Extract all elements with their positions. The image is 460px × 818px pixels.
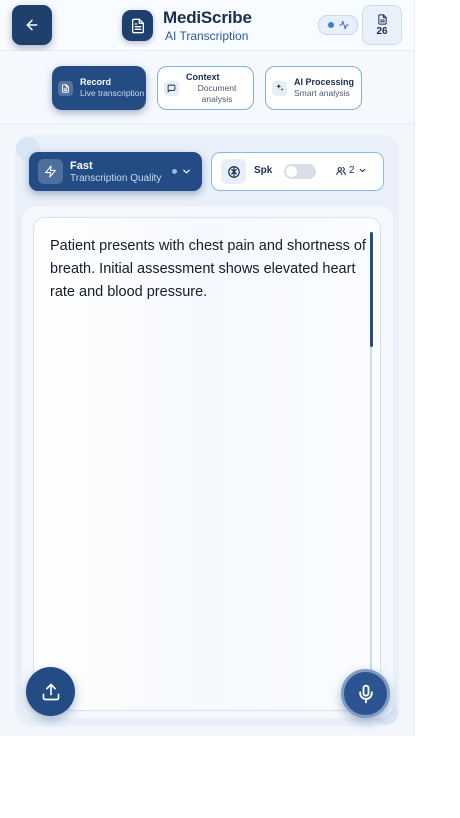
chevron-down-icon <box>359 168 365 173</box>
status-indicator[interactable] <box>318 15 358 35</box>
mode-tabs: Record Live transcription Context Docume… <box>0 51 414 124</box>
quality-selector[interactable]: Fast Transcription Quality <box>29 152 202 191</box>
microphone-icon <box>358 684 373 703</box>
message-square-icon <box>167 84 176 92</box>
tab-context-label: Context <box>186 71 220 82</box>
document-icon <box>377 13 387 25</box>
app-header: MediScribe AI Transcription 26 <box>0 0 414 51</box>
scrollbar-thumb[interactable] <box>370 232 373 347</box>
tab-record-label: Record <box>80 77 112 87</box>
back-button[interactable] <box>12 5 52 45</box>
app-subtitle: AI Transcription <box>165 29 249 43</box>
tab-ai-sub: Smart analysis <box>294 88 350 98</box>
quality-label: Fast <box>70 160 93 172</box>
toggle-knob <box>286 166 297 177</box>
document-icon <box>62 83 69 93</box>
document-count-button[interactable]: 26 <box>362 5 402 45</box>
status-dot <box>327 22 334 28</box>
record-microphone-button[interactable] <box>341 669 390 718</box>
app-logo <box>122 10 153 41</box>
quality-indicator-dot <box>172 169 177 174</box>
sparkles-icon <box>275 83 284 91</box>
zap-icon <box>45 165 56 178</box>
tab-record[interactable]: Record Live transcription <box>52 66 146 110</box>
brain-icon <box>227 165 240 178</box>
app-screen: MediScribe AI Transcription 26 Record Li… <box>0 0 415 736</box>
document-count: 26 <box>376 25 388 37</box>
document-icon <box>131 18 144 33</box>
speaker-toggle[interactable] <box>284 164 316 179</box>
speaker-detection-button[interactable] <box>221 159 246 184</box>
tab-record-sub: Live transcription <box>80 88 145 98</box>
users-icon <box>336 166 346 175</box>
transcript-text[interactable]: Patient presents with chest pain and sho… <box>50 235 368 304</box>
speaker-count-selector[interactable]: 2 <box>336 165 367 176</box>
tab-ai-label: AI Processing <box>294 77 355 87</box>
tab-ai-processing[interactable]: AI Processing Smart analysis <box>265 66 362 110</box>
speaker-controls: Spk 2 <box>211 152 384 191</box>
speaker-label: Spk <box>254 165 273 176</box>
tab-context[interactable]: Context Document analysis <box>157 66 254 110</box>
speaker-count: 2 <box>349 165 355 176</box>
activity-icon <box>338 20 349 30</box>
arrow-left-icon <box>26 19 38 31</box>
upload-button[interactable] <box>26 667 75 716</box>
upload-icon <box>42 683 59 700</box>
quality-sub: Transcription Quality <box>70 173 162 184</box>
chevron-down-icon <box>183 169 190 174</box>
app-title: MediScribe <box>163 8 252 27</box>
tab-context-sub: Document analysis <box>197 82 237 104</box>
